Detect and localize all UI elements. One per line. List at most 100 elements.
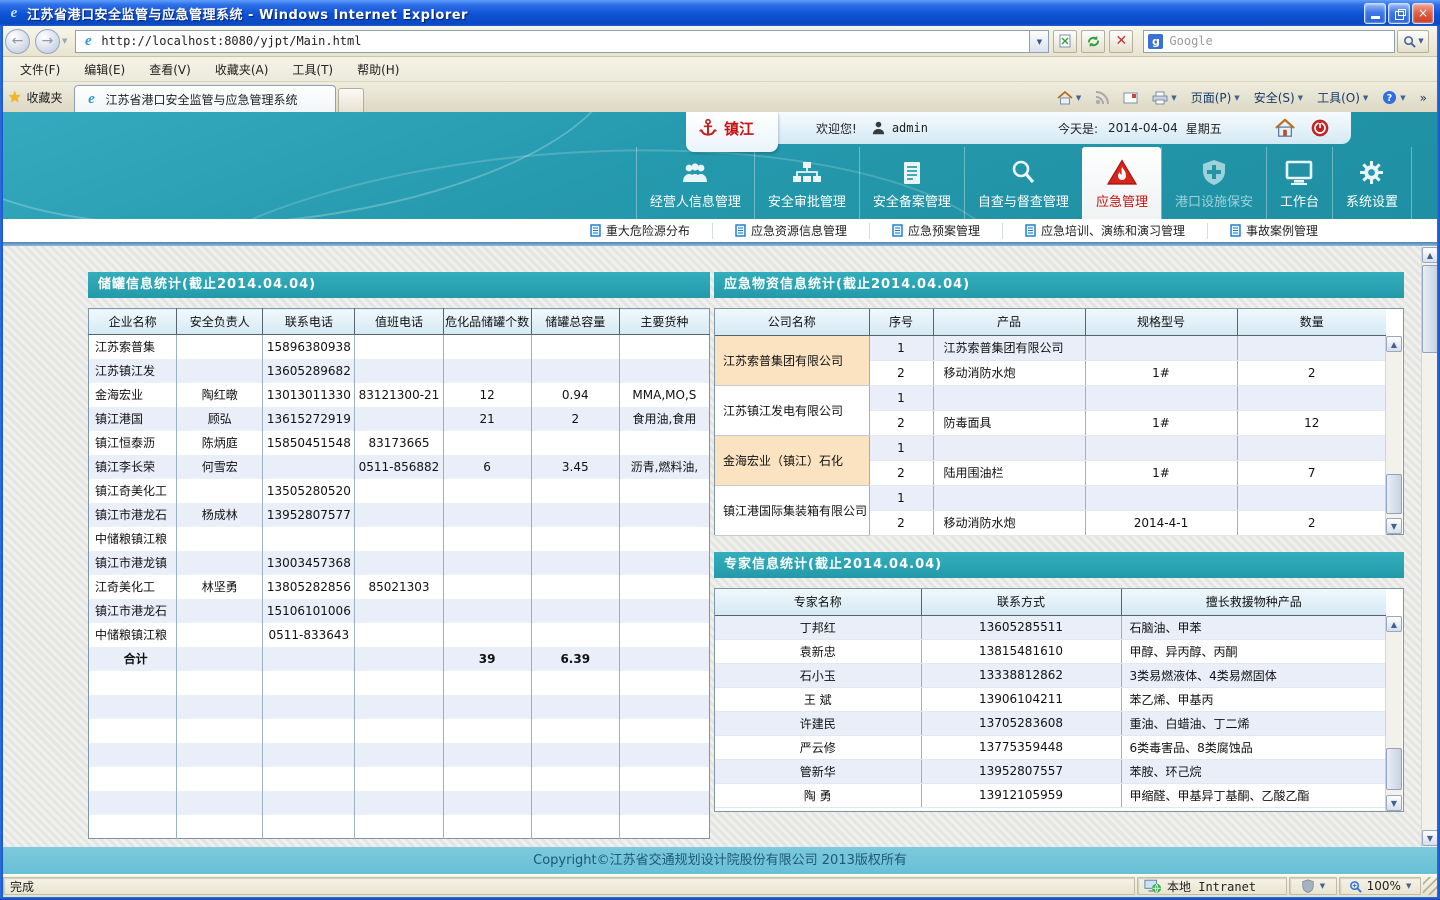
table-row: 江苏镇江发13605289682 (89, 359, 710, 383)
empty-row (89, 767, 710, 791)
scrollbar-thumb[interactable] (1386, 474, 1402, 514)
nav-item-3[interactable]: 自查与督查管理 (964, 147, 1082, 219)
portal-home-icon[interactable] (1274, 118, 1296, 138)
supplies-scrollbar[interactable]: ▲ ▼ (1385, 336, 1402, 534)
page-menu-button[interactable]: 页面(P)▼ (1186, 87, 1245, 108)
subnav-item-0[interactable]: 重大危险源分布 (568, 223, 712, 239)
favorites-button[interactable]: ★ 收藏夹 (0, 83, 74, 112)
nav-item-7[interactable]: 系统设置 (1332, 147, 1412, 219)
home-button[interactable]: ▼ (1052, 89, 1086, 107)
compatibility-button[interactable] (1053, 30, 1077, 53)
resize-grip[interactable] (1423, 877, 1437, 895)
table-cell: 管新华 (715, 759, 921, 783)
overflow-chevron-icon[interactable]: » (1415, 89, 1432, 107)
subnav-item-3[interactable]: 应急培训、演练和演习管理 (1002, 223, 1207, 239)
table-cell (443, 431, 531, 455)
table-row: 江苏镇江发电有限公司1 (715, 385, 1386, 410)
search-input[interactable]: g Google (1143, 30, 1395, 53)
search-go-button[interactable]: ▼ (1397, 30, 1429, 53)
page-scrollbar[interactable]: ▲ ▼ (1421, 246, 1438, 847)
city-label[interactable]: 镇江 (724, 118, 754, 139)
table-cell (355, 791, 443, 815)
scroll-up-icon[interactable]: ▲ (1386, 616, 1402, 632)
read-mail-button[interactable] (1118, 90, 1143, 106)
feeds-button[interactable] (1090, 89, 1114, 107)
column-header: 规格型号 (1085, 309, 1237, 335)
username: admin (892, 121, 928, 135)
column-header: 擅长救援物种产品 (1121, 589, 1386, 615)
zoom-control[interactable]: 100% ▼ (1339, 877, 1421, 895)
table-row: 镇江李长荣何雪宏0511-85688263.45沥青,燃料油, (89, 455, 710, 479)
menu-item-5[interactable]: 帮助(H) (345, 58, 411, 81)
table-cell (531, 503, 619, 527)
column-header: 数量 (1237, 309, 1386, 335)
column-header: 产品 (933, 309, 1085, 335)
table-cell (263, 455, 355, 479)
table-cell (177, 695, 263, 719)
search-options-dropdown-icon[interactable]: ▼ (1418, 37, 1423, 45)
safety-menu-button[interactable]: 安全(S)▼ (1249, 87, 1308, 108)
tank-total-row: 合计396.39 (89, 647, 710, 671)
nav-item-5[interactable]: 港口设施保安 (1161, 147, 1266, 219)
help-button[interactable]: ? ▼ (1377, 88, 1410, 107)
nav-item-4[interactable]: 应急管理 (1082, 147, 1161, 219)
protected-mode-button[interactable]: ▼ (1289, 877, 1337, 895)
table-cell (443, 695, 531, 719)
menu-item-1[interactable]: 编辑(E) (72, 58, 137, 81)
date-label: 今天是: (1058, 120, 1098, 137)
nav-item-1[interactable]: 安全审批管理 (754, 147, 859, 219)
subnav-item-1[interactable]: 应急资源信息管理 (712, 223, 869, 239)
scrollbar-thumb[interactable] (1422, 265, 1438, 353)
menu-item-2[interactable]: 查看(V) (137, 58, 203, 81)
logout-power-icon[interactable] (1310, 118, 1330, 138)
browser-tab[interactable]: e 江苏省港口安全监管与应急管理系统 (74, 85, 336, 112)
table-cell (355, 767, 443, 791)
close-button[interactable]: × (1412, 3, 1434, 24)
scroll-down-icon[interactable]: ▼ (1422, 830, 1438, 846)
table-cell: 移动消防水炮 (933, 510, 1085, 535)
table-cell (89, 815, 177, 839)
stop-button[interactable]: ✕ (1109, 30, 1133, 53)
scroll-up-icon[interactable]: ▲ (1386, 336, 1402, 352)
table-cell (443, 623, 531, 647)
table-cell: 83121300-21 (355, 383, 443, 407)
table-cell: 甲醇、异丙醇、丙酮 (1121, 639, 1386, 663)
tools-menu-button[interactable]: 工具(O)▼ (1312, 87, 1373, 108)
minimize-button[interactable] (1364, 3, 1386, 24)
table-row: 镇江港国顾弘13615272919212食用油,食用 (89, 407, 710, 431)
print-dropdown-icon[interactable]: ▼ (1171, 94, 1176, 102)
subnav-item-4[interactable]: 事故案例管理 (1207, 223, 1340, 239)
experts-scrollbar[interactable]: ▲ ▼ (1385, 616, 1402, 811)
user-strip: 镇江 欢迎您! admin 今天是: 2014-04-04 星期五 (686, 112, 1351, 144)
table-cell (355, 527, 443, 551)
menu-item-4[interactable]: 工具(T) (280, 58, 345, 81)
table-cell (355, 815, 443, 839)
nav-item-2[interactable]: 安全备案管理 (859, 147, 964, 219)
nav-item-0[interactable]: 经营人信息管理 (636, 147, 754, 219)
restore-button[interactable] (1388, 3, 1410, 24)
address-dropdown-button[interactable]: ▼ (1030, 30, 1049, 53)
nav-item-6[interactable]: 工作台 (1266, 147, 1332, 219)
refresh-button[interactable] (1081, 30, 1105, 53)
print-button[interactable]: ▼ (1147, 89, 1181, 107)
scroll-down-icon[interactable]: ▼ (1386, 518, 1402, 534)
compatibility-icon (1058, 34, 1072, 48)
scroll-down-icon[interactable]: ▼ (1386, 795, 1402, 811)
column-header: 公司名称 (715, 309, 869, 335)
subnav-item-2[interactable]: 应急预案管理 (869, 223, 1002, 239)
menu-item-3[interactable]: 收藏夹(A) (203, 58, 281, 81)
address-input[interactable]: e http://localhost:8080/yjpt/Main.html (75, 30, 1030, 53)
scroll-up-icon[interactable]: ▲ (1422, 247, 1438, 263)
history-dropdown-icon[interactable]: ▼ (62, 37, 67, 45)
home-dropdown-icon[interactable]: ▼ (1076, 94, 1081, 102)
scrollbar-thumb[interactable] (1386, 748, 1402, 790)
back-button[interactable]: ← (5, 29, 30, 54)
new-tab-button[interactable] (338, 88, 364, 112)
column-header: 危化品储罐个数 (443, 309, 531, 335)
table-cell: 15896380938 (263, 335, 355, 359)
table-cell: 1 (869, 385, 933, 410)
menu-item-0[interactable]: 文件(F) (8, 58, 72, 81)
forward-button[interactable]: → (35, 29, 60, 54)
table-cell (619, 743, 709, 767)
table-row: 严云修137753594486类毒害品、8类腐蚀品 (715, 735, 1386, 759)
